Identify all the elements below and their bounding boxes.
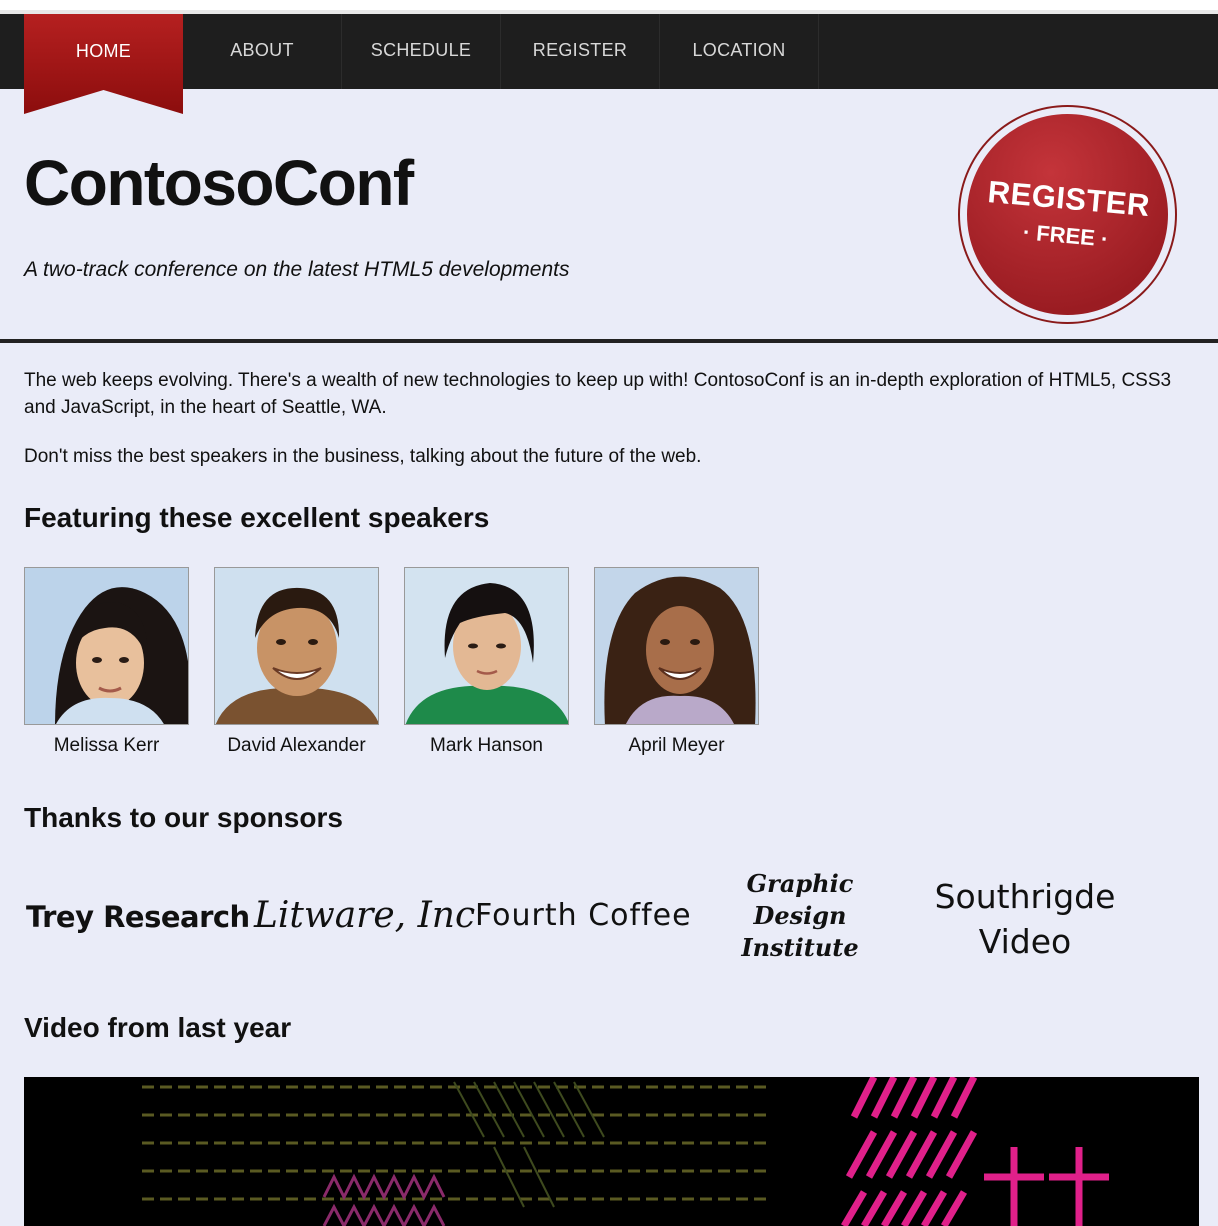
nav-home[interactable]: HOME [24,14,183,114]
speaker-card[interactable]: Melissa Kerr [24,567,189,757]
main-nav: HOME ABOUT SCHEDULE REGISTER LOCATION [0,14,1218,114]
nav-home-label: HOME [75,41,132,61]
speaker-card[interactable]: David Alexander [214,567,379,757]
nav-schedule[interactable]: SCHEDULE [342,14,501,89]
nav-about[interactable]: ABOUT [183,14,342,89]
intro-paragraph-2: Don't miss the best speakers in the busi… [24,446,702,467]
speaker-photo [404,567,569,725]
speaker-name: Mark Hanson [430,735,543,756]
sponsor-fourth-coffee[interactable]: Fourth Coffee [475,898,692,933]
sponsor-litware[interactable]: Litware, Inc [254,895,475,936]
site-title: ContosoConf [24,147,414,219]
speaker-card[interactable]: Mark Hanson [404,567,569,757]
sponsor-graphic-design-institute[interactable]: Graphic Design Institute [730,868,870,964]
speakers-heading: Featuring these excellent speakers [24,502,490,533]
video-player[interactable] [24,1077,1199,1226]
speaker-name: Melissa Kerr [53,735,160,756]
nav-about-label: ABOUT [230,40,294,60]
browser-top-strip [0,0,1218,14]
register-badge-main: REGISTER [986,173,1152,223]
video-heading: Video from last year [24,1012,292,1043]
register-free-badge[interactable]: REGISTER · FREE · [958,105,1177,324]
header-divider [0,339,1218,343]
nav-location[interactable]: LOCATION [660,14,819,89]
site-tagline: A two-track conference on the latest HTM… [24,258,570,281]
sponsors-heading: Thanks to our sponsors [24,802,343,833]
sponsor-trey-research[interactable]: Trey Research [26,900,250,934]
sponsor-southrigde-video[interactable]: Southrigde Video [930,874,1120,964]
speaker-photo [24,567,189,725]
register-badge-inner: REGISTER · FREE · [958,105,1177,324]
register-badge-sub: · FREE · [1022,218,1110,252]
speaker-card[interactable]: April Meyer [594,567,759,757]
speaker-photo [594,567,759,725]
speaker-name: April Meyer [628,735,725,756]
video-frame-graphic [24,1077,1199,1226]
nav-location-label: LOCATION [692,40,786,60]
nav-register[interactable]: REGISTER [501,14,660,89]
speaker-name: David Alexander [227,735,366,756]
nav-register-label: REGISTER [532,40,628,60]
speaker-photo [214,567,379,725]
nav-schedule-label: SCHEDULE [370,40,472,60]
intro-paragraph-1: The web keeps evolving. There's a wealth… [24,370,1172,418]
